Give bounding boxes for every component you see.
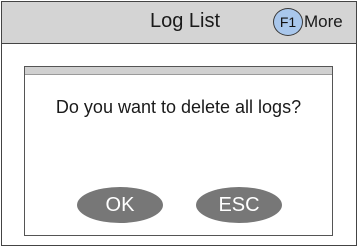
more-label[interactable]: More	[304, 12, 343, 32]
esc-button[interactable]: ESC	[196, 187, 282, 223]
header-bar: Log List F1 More	[2, 2, 356, 44]
dialog-message: Do you want to delete all logs?	[55, 97, 302, 117]
ok-button[interactable]: OK	[77, 187, 163, 223]
page-title: Log List	[150, 10, 221, 32]
device-screen: Log List F1 More Do you want to delete a…	[0, 0, 358, 247]
delete-logs-dialog: Do you want to delete all logs? OK ESC	[24, 66, 333, 236]
content-area: Do you want to delete all logs? OK ESC	[2, 44, 356, 245]
screen-frame: Log List F1 More Do you want to delete a…	[1, 1, 357, 246]
f1-key-icon[interactable]: F1	[273, 8, 303, 36]
dialog-title-bar	[25, 67, 332, 75]
